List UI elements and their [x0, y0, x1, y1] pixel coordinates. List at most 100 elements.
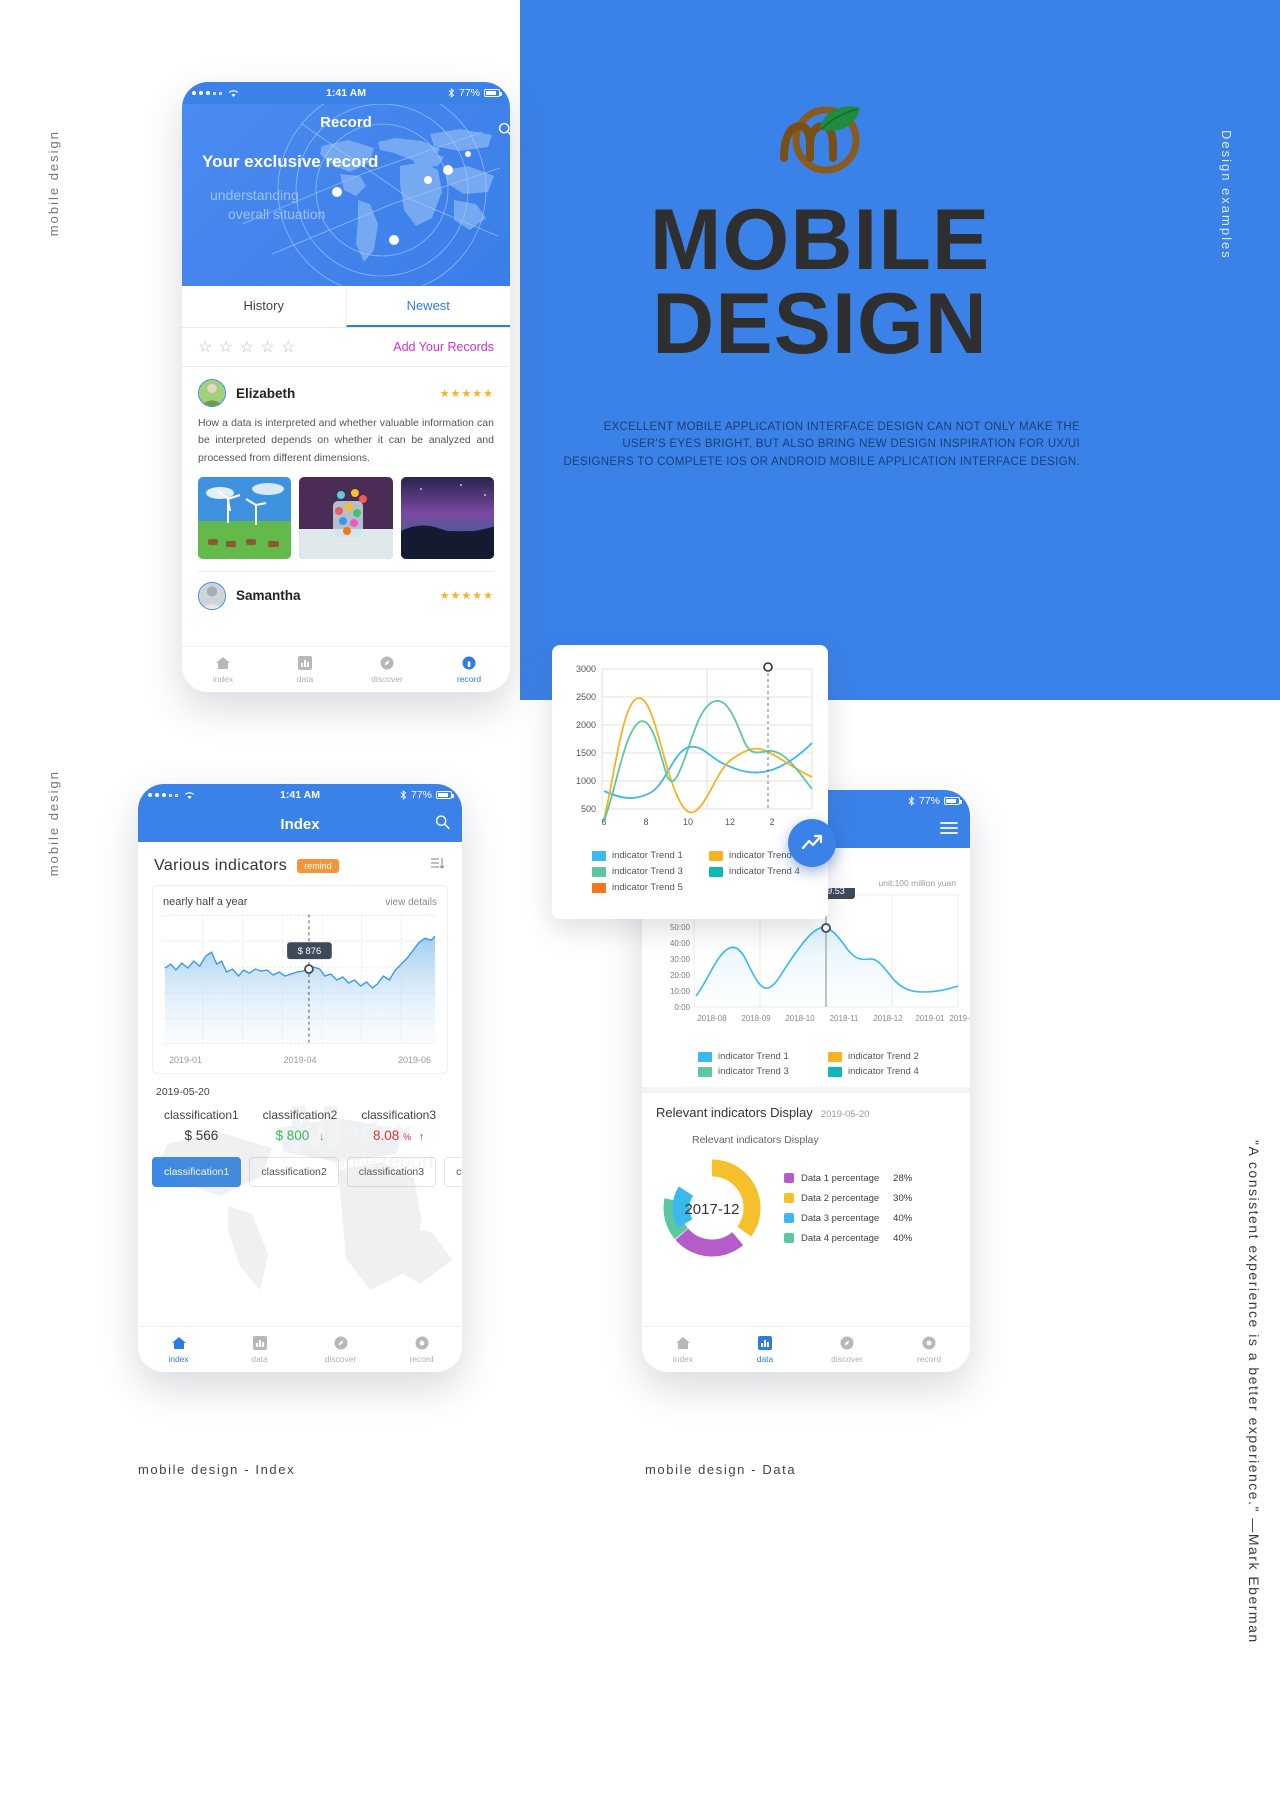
legend-item-3[interactable]: indicator Trend 3 — [592, 866, 701, 877]
legend-swatch — [784, 1193, 794, 1203]
legend-label: indicator Trend 4 — [848, 1066, 919, 1077]
chip-classification1[interactable]: classification1 — [152, 1157, 242, 1187]
floating-chart-card: 3000 2500 2000 1500 1000 500 6 8 10 12 2 indicat… — [552, 645, 836, 919]
chart-icon — [264, 655, 346, 672]
status-right: 77% — [400, 789, 454, 801]
index-date: 2019-05-20 — [156, 1086, 210, 1098]
empty-stars[interactable]: ☆ ☆ ☆ ☆ ☆ — [198, 337, 297, 357]
svg-text:12: 12 — [725, 817, 735, 827]
x-tick: 2019-06 — [397, 1055, 431, 1065]
svg-text:6: 6 — [601, 817, 606, 827]
hero-subtitle-line2: overall situation — [228, 205, 326, 222]
hero-description: EXCELLENT MOBILE APPLICATION INTERFACE D… — [563, 420, 1080, 469]
thumbnail-purple-sunset[interactable] — [400, 476, 494, 559]
trending-up-icon[interactable] — [788, 819, 836, 867]
relevant-date: 2019-05-20 — [820, 1109, 870, 1120]
legend-item-2[interactable]: indicator Trend 2 — [828, 1051, 948, 1062]
legend-swatch — [709, 850, 723, 861]
tabbar-item-index[interactable]: index — [138, 1336, 219, 1364]
tabbar-item-discover[interactable]: discover — [300, 1336, 381, 1364]
caption-data: mobile design - Data — [645, 1462, 797, 1477]
section-header: Various indicators remind — [138, 842, 462, 885]
hamburger-menu-icon[interactable] — [940, 821, 958, 839]
legend-label: indicator Trend 3 — [718, 1066, 789, 1077]
svg-text:10:00: 10:00 — [670, 987, 691, 996]
tabbar-item-discover[interactable]: discover — [806, 1336, 888, 1364]
relevant-indicators-donut: 2017-12 — [663, 1159, 761, 1257]
status-right: 77% — [448, 87, 502, 99]
legend-swatch — [698, 1051, 712, 1062]
tabbar-label: index — [168, 1353, 189, 1364]
donut-legend-item-4[interactable]: Data 4 percentage 40% — [784, 1233, 912, 1244]
tabbar-item-index[interactable]: index — [182, 656, 264, 684]
review-header: Samantha ★★★★★ — [198, 581, 494, 610]
bluetooth-icon — [400, 790, 407, 800]
filter-icon[interactable] — [430, 856, 446, 875]
tabbar-item-data[interactable]: data — [219, 1335, 300, 1364]
headline-block: MOBILE DESIGN EXCELLENT MOBILE APPLICATI… — [560, 100, 1080, 472]
legend-item-1[interactable]: indicator Trend 1 — [698, 1051, 818, 1062]
legend-item-1[interactable]: indicator Trend 1 — [592, 850, 701, 861]
chip-classification2[interactable]: classification2 — [249, 1157, 339, 1187]
tabbar-label: discover — [371, 673, 403, 684]
classification-header: classification2 — [262, 1108, 338, 1122]
tabbar-item-record[interactable]: record — [888, 1336, 970, 1364]
tabbar-item-data[interactable]: data — [264, 655, 346, 684]
review-item-samantha: Samantha ★★★★★ — [182, 572, 510, 610]
legend-item-5[interactable]: indicator Trend 5 — [592, 882, 701, 893]
chip-classification4[interactable]: cla — [444, 1157, 462, 1187]
add-your-records-link[interactable]: Add Your Records — [393, 340, 494, 354]
battery-percent: 77% — [410, 789, 432, 801]
donut-legend: Data 1 percentage 28% Data 2 percentage 30… — [784, 1173, 912, 1244]
classification-values: $ 566 $ 800 ↓ 8.08 % ↑ — [138, 1122, 462, 1143]
review-header: Elizabeth ★★★★★ — [198, 379, 494, 407]
status-right: 77% — [908, 795, 962, 807]
legend-label: Data 4 percentage — [801, 1232, 880, 1244]
tabbar-item-record[interactable]: record — [381, 1336, 462, 1364]
review-item-elizabeth: Elizabeth ★★★★★ How a data is interprete… — [182, 367, 510, 572]
reviewer-name: Samantha — [236, 588, 301, 604]
down-arrow-icon: ↓ — [319, 1131, 325, 1143]
tabbar-item-record[interactable]: ▮ record — [428, 656, 510, 684]
page-title: MOBILE DESIGN — [560, 197, 1080, 367]
thumbnail-windmill[interactable] — [198, 476, 292, 559]
tabbar-item-discover[interactable]: discover — [346, 656, 428, 684]
legend-swatch — [828, 1051, 842, 1062]
tab-newest[interactable]: Newest — [345, 286, 510, 327]
tabbar-item-data[interactable]: data — [724, 1335, 806, 1364]
svg-text:8: 8 — [643, 817, 648, 827]
legend-item-4[interactable]: indicator Trend 4 — [709, 866, 818, 877]
legend-label: indicator Trend 1 — [718, 1051, 789, 1062]
chart-icon — [724, 1335, 806, 1352]
hero-subtitle-line1: understanding — [210, 187, 299, 203]
legend-swatch — [784, 1233, 794, 1243]
bottom-tabbar: index data discover ▮ record — [182, 646, 510, 692]
tabbar-label: discover — [831, 1353, 863, 1364]
hero-title: Your exclusive record — [202, 152, 379, 171]
svg-text:50:00: 50:00 — [670, 923, 691, 932]
side-label-design-examples: Design examples — [1219, 130, 1234, 260]
battery-icon — [436, 791, 454, 799]
donut-legend-item-2[interactable]: Data 2 percentage 30% — [784, 1193, 912, 1204]
view-details-link[interactable]: view details — [385, 897, 437, 908]
legend-item-3[interactable]: indicator Trend 3 — [698, 1066, 818, 1077]
search-icon[interactable] — [435, 815, 450, 834]
thumbnail-candy-jar[interactable] — [299, 476, 393, 559]
avatar[interactable] — [198, 581, 226, 610]
donut-legend-item-3[interactable]: Data 3 percentage 40% — [784, 1213, 912, 1224]
chip-classification3[interactable]: classification3 — [346, 1157, 437, 1187]
legend-label: indicator Trend 5 — [612, 882, 683, 893]
poster-canvas: mobile design mobile design Design examp… — [0, 0, 1280, 1813]
svg-text:2018-08: 2018-08 — [697, 1014, 727, 1023]
avatar[interactable] — [198, 379, 226, 407]
chart-legend: indicator Trend 1 indicator Trend 2 indi… — [562, 850, 818, 893]
legend-item-4[interactable]: indicator Trend 4 — [828, 1066, 948, 1077]
donut-legend-item-1[interactable]: Data 1 percentage 28% — [784, 1173, 912, 1184]
status-badge[interactable]: remind — [297, 858, 339, 873]
tabbar-label: record — [409, 1353, 434, 1364]
tab-history[interactable]: History — [182, 286, 346, 327]
legend-value: 30% — [893, 1192, 913, 1204]
tabbar-item-index[interactable]: index — [642, 1336, 724, 1364]
multi-trend-line-chart: 3000 2500 2000 1500 1000 500 6 8 10 12 2 — [576, 662, 813, 827]
battery-icon — [944, 797, 962, 805]
